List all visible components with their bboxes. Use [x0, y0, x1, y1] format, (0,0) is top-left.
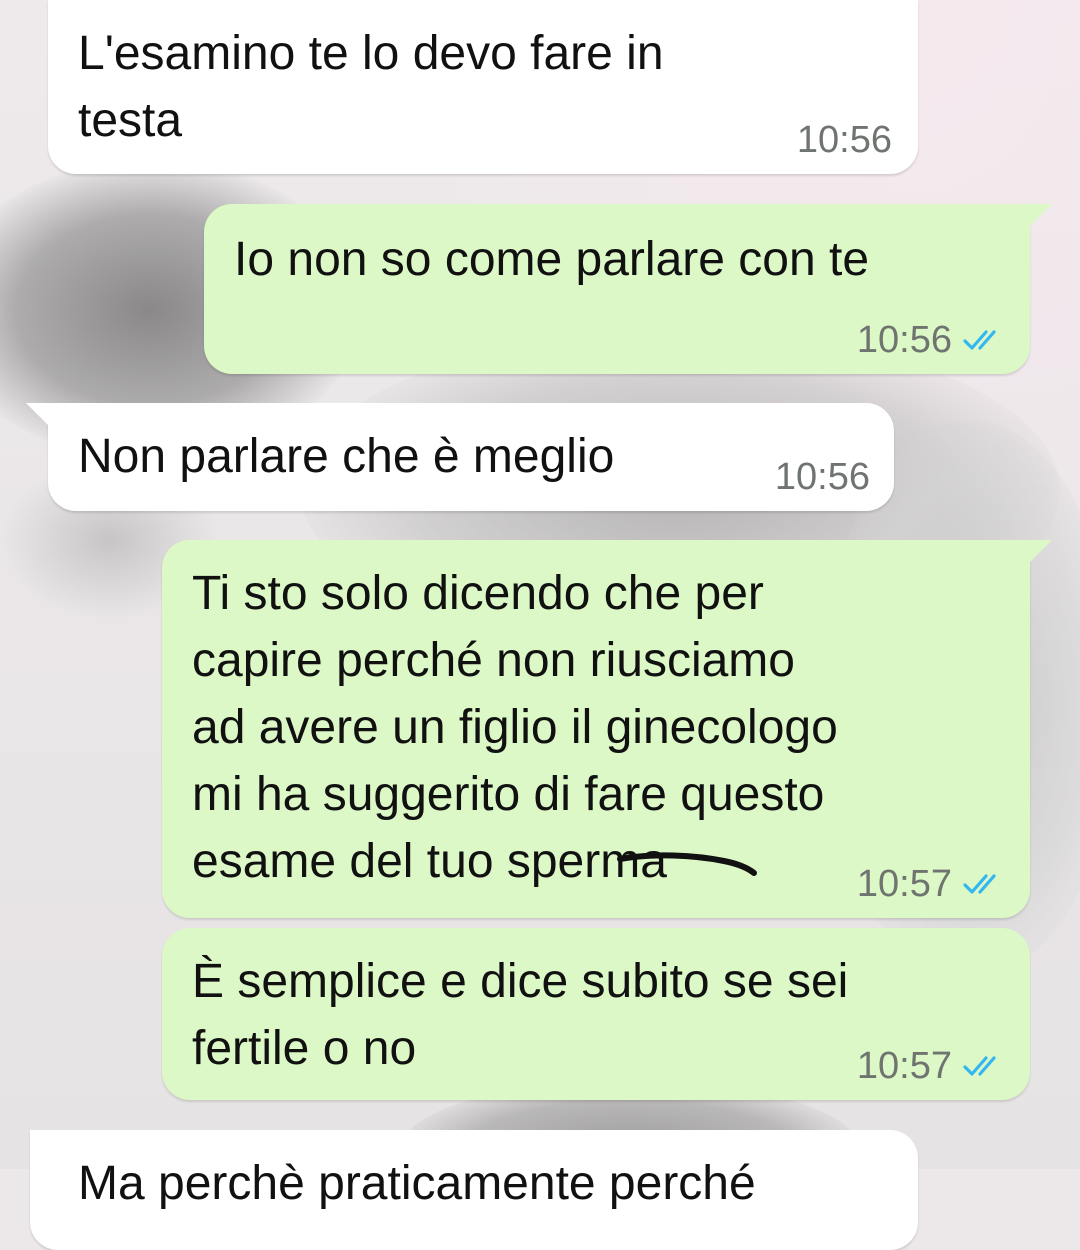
message-text: L'esamino te lo devo fare in testa: [78, 27, 664, 147]
message-bubble-incoming[interactable]: Non parlare che è meglio 10:56: [26, 403, 894, 511]
double-check-icon: [963, 1056, 996, 1076]
message-meta: 10:57: [857, 1046, 1006, 1086]
message-meta: 10:57: [857, 864, 1006, 904]
message-bubble-outgoing[interactable]: Io non so come parlare con te 10:56: [204, 204, 1052, 374]
message-time: 10:57: [856, 863, 952, 905]
double-check-icon: [963, 874, 996, 894]
message-bubble-incoming[interactable]: Ma perchè praticamente perché: [30, 1130, 918, 1250]
message-bubble-outgoing[interactable]: È semplice e dice subito se sei fertile …: [162, 928, 1030, 1100]
message-time: 10:57: [856, 1045, 952, 1087]
message-bubble-outgoing[interactable]: Ti sto solo dicendo che per capire perch…: [162, 540, 1052, 918]
message-time: 10:56: [774, 456, 870, 498]
message-text: Io non so come parlare con te: [234, 233, 870, 286]
message-meta: 10:56: [775, 457, 870, 497]
message-meta: 10:56: [857, 320, 1006, 360]
message-text: Ma perchè praticamente perché: [78, 1157, 756, 1210]
message-time: 10:56: [796, 119, 892, 161]
message-text: Ti sto solo dicendo che per capire perch…: [192, 567, 838, 888]
censor-scribble: [617, 852, 757, 876]
message-meta: 10:56: [797, 120, 892, 160]
message-text: Non parlare che è meglio: [78, 430, 615, 483]
double-check-icon: [963, 330, 996, 350]
message-bubble-incoming[interactable]: L'esamino te lo devo fare in testa 10:56: [48, 0, 918, 174]
message-time: 10:56: [856, 319, 952, 361]
